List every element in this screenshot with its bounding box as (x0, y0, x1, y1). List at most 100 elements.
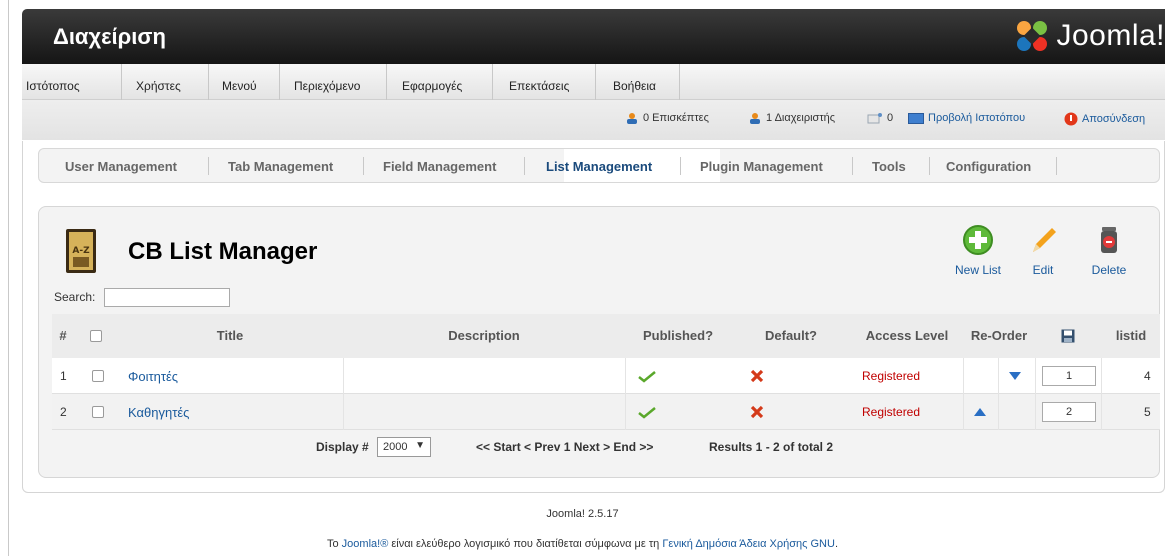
menu-item-users[interactable]: Χρήστες (122, 64, 209, 100)
select-all-checkbox[interactable] (90, 330, 102, 342)
order-cell: 1 (1042, 358, 1096, 394)
row-number: 1 (60, 369, 67, 383)
pagination-nav[interactable]: << Start < Prev 1 Next > End >> (476, 440, 653, 454)
col-divider (963, 394, 964, 430)
arrow-down-icon (1009, 372, 1021, 380)
submenu-configuration[interactable]: Configuration (946, 159, 1031, 174)
order-input[interactable]: 1 (1042, 366, 1096, 386)
copyright-suffix: . (834, 538, 839, 550)
move-up-button[interactable] (973, 394, 987, 430)
submenu-divider (524, 157, 525, 175)
table-row: 1 Φοιτητές Registered 1 4 (52, 358, 1160, 394)
display-label: Display # (316, 440, 369, 454)
col-divider (998, 394, 999, 430)
joomla-logo: Joomla! (1014, 18, 1165, 54)
gpl-license-link[interactable]: Γενική Δημόσια Άδεια Χρήσης GNU (662, 538, 835, 550)
menu-item-help[interactable]: Βοήθεια (596, 64, 680, 100)
list-manager-icon: A-Z (66, 229, 96, 273)
row-title-link[interactable]: Φοιτητές (128, 358, 178, 394)
table-header: # Title Description Published? Default? … (52, 314, 1160, 358)
col-header-default[interactable]: Default? (732, 314, 850, 358)
row-access[interactable]: Registered (862, 394, 920, 430)
row-checkbox-cell[interactable] (92, 358, 104, 394)
row-checkbox-cell[interactable] (92, 394, 104, 430)
col-header-reorder[interactable]: Re-Order (964, 314, 1034, 358)
access-level-value[interactable]: Registered (862, 369, 920, 383)
menu-item-extensions[interactable]: Επεκτάσεις (493, 64, 596, 100)
row-listid: 5 (1144, 405, 1151, 419)
dropdown-arrow-icon: ▼ (415, 440, 425, 451)
row-title[interactable]: Καθηγητές (128, 405, 189, 420)
logout-label: Αποσύνδεση (1082, 113, 1146, 125)
cross-icon (750, 369, 764, 383)
joomla-version: Joomla! 2.5.17 (546, 508, 619, 520)
submenu-divider (208, 157, 209, 175)
default-toggle[interactable] (750, 358, 764, 394)
row-checkbox[interactable] (92, 370, 104, 382)
col-divider (625, 394, 626, 430)
copyright-notice: Το Joomla!® είναι ελεύθερο λογισμικό που… (0, 538, 1165, 550)
trash-icon (1101, 227, 1117, 253)
cb-submenu: User Management Tab Management Field Man… (38, 148, 1160, 183)
col-divider (625, 358, 626, 394)
published-toggle[interactable] (638, 394, 656, 430)
cross-icon (750, 405, 764, 419)
submenu-divider (852, 157, 853, 175)
svg-text:A-Z: A-Z (72, 246, 90, 256)
copyright-prefix: Το (326, 538, 342, 550)
row-access[interactable]: Registered (862, 358, 920, 394)
row-checkbox[interactable] (92, 406, 104, 418)
menu-item-content[interactable]: Περιεχόμενο (280, 64, 387, 100)
save-order-icon[interactable] (1061, 329, 1075, 343)
move-down-button[interactable] (1008, 358, 1022, 394)
submenu-user-management[interactable]: User Management (65, 159, 177, 174)
row-title[interactable]: Φοιτητές (128, 369, 178, 384)
col-header-description[interactable]: Description (344, 314, 624, 358)
menu-item-site[interactable]: Ιστότοπος (22, 64, 122, 100)
submenu-divider (929, 157, 930, 175)
menu-item-menus[interactable]: Μενού (209, 64, 280, 100)
row-number: 2 (60, 405, 67, 419)
access-level-value[interactable]: Registered (862, 405, 920, 419)
order-input[interactable]: 2 (1042, 402, 1096, 422)
joomla-mark-icon (1017, 21, 1048, 51)
submenu-list-management[interactable]: List Management (546, 159, 652, 174)
submenu-divider (363, 157, 364, 175)
col-divider (1101, 394, 1102, 430)
new-list-label: New List (954, 263, 1001, 277)
submenu-tab-management[interactable]: Tab Management (228, 159, 333, 174)
submenu-tools[interactable]: Tools (872, 159, 906, 174)
submenu-field-management[interactable]: Field Management (383, 159, 496, 174)
view-site-label: Προβολή Ιστοτόπου (928, 112, 1026, 124)
col-header-title[interactable]: Title (118, 314, 342, 358)
mail-icon (867, 113, 882, 124)
admin-header: Διαχείριση Joomla! (22, 9, 1165, 64)
delete-button[interactable]: Delete (1084, 224, 1134, 277)
page-title: CB List Manager (128, 238, 318, 265)
submenu-plugin-management[interactable]: Plugin Management (700, 159, 823, 174)
col-header-published[interactable]: Published? (626, 314, 730, 358)
col-header-listid[interactable]: listid (1102, 314, 1160, 358)
view-site-link[interactable]: Προβολή Ιστοτόπου (908, 112, 1025, 124)
col-header-select[interactable] (76, 314, 116, 358)
messages-status[interactable]: 0 (867, 112, 893, 124)
new-list-button[interactable]: New List (948, 224, 1008, 277)
add-icon (963, 225, 993, 255)
main-menu: Ιστότοπος Χρήστες Μενού Περιεχόμενο Εφαρ… (22, 64, 1165, 100)
col-header-save-order[interactable] (1036, 314, 1100, 358)
row-listid: 4 (1144, 369, 1151, 383)
check-icon (638, 371, 656, 383)
default-toggle[interactable] (750, 394, 764, 430)
published-toggle[interactable] (638, 358, 656, 394)
user-icon (750, 113, 760, 124)
results-count: Results 1 - 2 of total 2 (709, 440, 834, 454)
col-divider (343, 394, 344, 430)
edit-button[interactable]: Edit (1018, 224, 1068, 277)
row-title-link[interactable]: Καθηγητές (128, 394, 189, 430)
display-count-select[interactable]: 2000 ▼ (377, 437, 431, 457)
menu-item-components[interactable]: Εφαρμογές (387, 64, 493, 100)
search-input[interactable] (104, 288, 230, 307)
logout-link[interactable]: Αποσύνδεση (1064, 112, 1145, 126)
joomla-link[interactable]: Joomla!® (342, 538, 389, 550)
col-header-access[interactable]: Access Level (852, 314, 962, 358)
